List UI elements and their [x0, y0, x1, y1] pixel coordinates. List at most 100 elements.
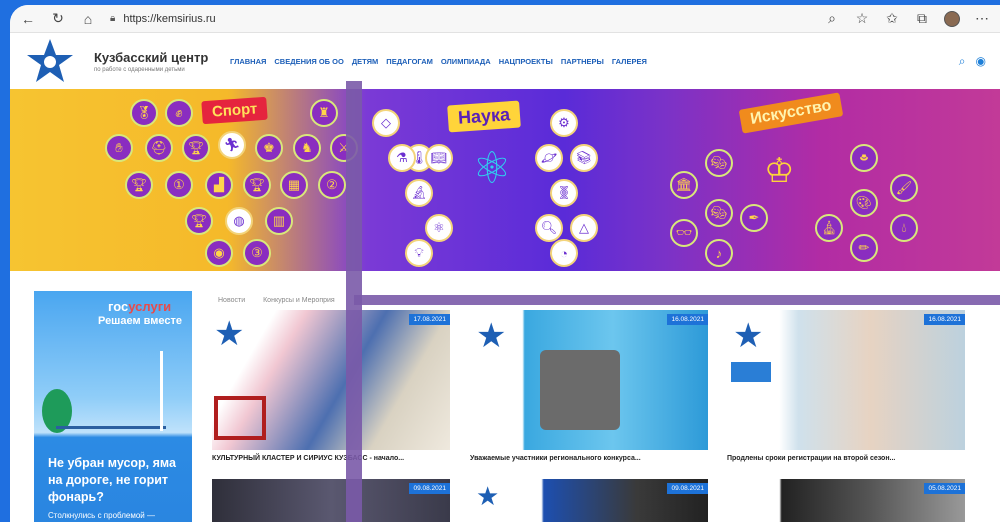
star-logo-icon: ★: [476, 481, 500, 511]
chess-knight-icon: ♞: [293, 134, 321, 162]
cup-two-icon: 🏆︎: [185, 207, 213, 235]
triangle-icon: △: [570, 214, 598, 242]
star-logo-icon: ★: [476, 317, 507, 355]
gosuslugi-prefix: гос: [108, 299, 129, 314]
camera-illustration: [540, 350, 620, 430]
home-icon[interactable]: ⌂: [80, 11, 96, 27]
nav-item-gallery[interactable]: ГАЛЕРЕЯ: [612, 57, 647, 66]
news-image[interactable]: 09.08.2021: [212, 479, 450, 522]
column-icon: 🏛︎: [670, 171, 698, 199]
bench-illustration: [56, 399, 166, 429]
news-image[interactable]: ★ 09.08.2021: [470, 479, 708, 522]
news-date: 05.08.2021: [924, 483, 965, 494]
news-card[interactable]: ★ 17.08.2021 КУЛЬТУРНЫЙ КЛАСТЕР И СИРИУС…: [212, 310, 450, 465]
news-date: 09.08.2021: [667, 483, 708, 494]
news-card[interactable]: 05.08.2021: [727, 479, 965, 522]
news-title[interactable]: КУЛЬТУРНЫЙ КЛАСТЕР И СИРИУС КУЗБАСС - на…: [212, 454, 450, 465]
breadcrumb-news[interactable]: Новости: [218, 297, 245, 304]
news-date: 09.08.2021: [409, 483, 450, 494]
promo-subtext: Столкнулись с проблемой —: [48, 511, 155, 520]
bulb-icon: 💡︎: [405, 239, 433, 267]
chess-king-icon: ♚: [255, 134, 283, 162]
pie-chart-icon: ◔: [550, 239, 578, 267]
cultural-cluster-logo: [214, 396, 266, 440]
breadcrumb: Новости Конкурсы и Мероприя: [218, 297, 335, 304]
news-image[interactable]: ★ 17.08.2021: [212, 310, 450, 450]
nav-item-olympiad[interactable]: ОЛИМПИАДА: [441, 57, 491, 66]
hero-banner: Спорт Наука Искусство 🏅︎ ✊︎ ✋︎ ⛑︎ 🏆︎ 🏃︎ …: [10, 89, 1000, 271]
brand-block: Кузбасский центр по работе с одаренными …: [94, 50, 216, 73]
news-image[interactable]: 05.08.2021: [727, 479, 965, 522]
flask-icon: ⚗︎: [388, 144, 416, 172]
lock-icon: 🔒︎: [110, 13, 116, 24]
news-title[interactable]: Продлены сроки регистрации на второй сез…: [727, 454, 965, 465]
nav-item-national-projects[interactable]: НАЦПРОЕКТЫ: [499, 57, 553, 66]
zoom-icon[interactable]: ⌕: [824, 10, 840, 27]
boxing-glove-icon: ✊︎: [165, 99, 193, 127]
gosuslugi-promo[interactable]: госуслуги Решаем вместе Не убран мусор, …: [34, 291, 192, 522]
more-menu-icon[interactable]: ⋯: [974, 10, 990, 27]
medal-two-icon: ②: [318, 171, 346, 199]
star-logo-icon: ★: [733, 317, 764, 355]
promo-text: Не убран мусор, яма на дороге, не горит …: [48, 456, 176, 504]
address-bar[interactable]: 🔒︎ https://kemsirius.ru: [110, 13, 810, 25]
nav-item-teachers[interactable]: ПЕДАГОГАМ: [386, 57, 433, 66]
books-icon: 📚︎: [570, 144, 598, 172]
nav-item-info[interactable]: СВЕДЕНИЯ ОБ ОО: [274, 57, 343, 66]
palette-icon: 🎨︎: [850, 189, 878, 217]
profile-avatar[interactable]: [944, 10, 960, 27]
nav-item-partners[interactable]: ПАРТНЕРЫ: [561, 57, 604, 66]
collections-icon[interactable]: ⧉: [914, 10, 930, 27]
news-card[interactable]: ★ 16.08.2021 Уважаемые участники региона…: [470, 310, 708, 465]
sport-figure-icon: 🏃︎: [218, 131, 246, 159]
podium-icon: ▟: [205, 171, 233, 199]
drop-icon: 💧︎: [890, 214, 918, 242]
reload-icon[interactable]: ↻: [50, 10, 66, 27]
lotus-icon: ♔: [764, 152, 795, 190]
medal-icon: 🏅︎: [130, 99, 158, 127]
chess-rook-icon: ♜: [310, 99, 338, 127]
search-icon[interactable]: ⌕: [959, 54, 966, 69]
nav-item-home[interactable]: ГЛАВНАЯ: [230, 57, 266, 66]
main-nav: ГЛАВНАЯ СВЕДЕНИЯ ОБ ОО ДЕТЯМ ПЕДАГОГАМ О…: [230, 57, 647, 66]
accessibility-eye-icon[interactable]: ◉: [976, 54, 986, 69]
cup-icon: 🏆︎: [125, 171, 153, 199]
trophy-icon: 🏆︎: [182, 134, 210, 162]
medal-three-icon: ③: [243, 239, 271, 267]
magnifier-icon: 🔍︎: [535, 214, 563, 242]
dna-icon: 🧬︎: [550, 179, 578, 207]
microscope-icon: 🔬︎: [405, 179, 433, 207]
news-date: 16.08.2021: [667, 314, 708, 325]
news-image[interactable]: ★ 16.08.2021: [727, 310, 965, 450]
news-card[interactable]: ★ 16.08.2021 Продлены сроки регистрации …: [727, 310, 965, 465]
overlay-bar-horizontal: [354, 295, 1000, 305]
quill-icon: ✒︎: [740, 204, 768, 232]
news-date: 17.08.2021: [409, 314, 450, 325]
nav-item-children[interactable]: ДЕТЯМ: [352, 57, 378, 66]
promo-tagline: Решаем вместе: [98, 315, 182, 327]
book-icon: 📖︎: [425, 144, 453, 172]
gear-icon: ⚙︎: [550, 109, 578, 137]
news-card[interactable]: 09.08.2021: [212, 479, 450, 522]
gosuslugi-logo: госуслуги: [108, 299, 171, 314]
news-image[interactable]: ★ 16.08.2021: [470, 310, 708, 450]
news-card[interactable]: ★ 09.08.2021: [470, 479, 708, 522]
planet-icon: 🪐︎: [535, 144, 563, 172]
molecule-icon: ⚛︎: [425, 214, 453, 242]
banner-art-label: Искусство: [738, 92, 844, 134]
star-logo-icon: [27, 39, 73, 82]
glove-icon: ✋︎: [105, 134, 133, 162]
site-logo[interactable]: [24, 35, 76, 87]
theatre-masks-icon: 🎭︎: [705, 149, 733, 177]
breadcrumb-contests[interactable]: Конкурсы и Мероприя: [263, 297, 335, 304]
back-arrow-icon[interactable]: ←: [20, 11, 36, 27]
helmet-icon: ⛑︎: [145, 134, 173, 162]
browser-toolbar: ← ↻ ⌂ 🔒︎ https://kemsirius.ru ⌕ ☆ ✩ ⧉ ⋯: [10, 5, 1000, 33]
hat-icon: 🎩︎: [850, 144, 878, 172]
news-title[interactable]: Уважаемые участники регионального конкур…: [470, 454, 708, 465]
gosuslugi-suffix: услуги: [128, 299, 172, 314]
star-logo-icon: ★: [214, 315, 245, 353]
favorite-add-icon[interactable]: ☆: [854, 10, 870, 27]
favorites-icon[interactable]: ✩: [884, 10, 900, 27]
site-header: Кузбасский центр по работе с одаренными …: [10, 33, 1000, 89]
